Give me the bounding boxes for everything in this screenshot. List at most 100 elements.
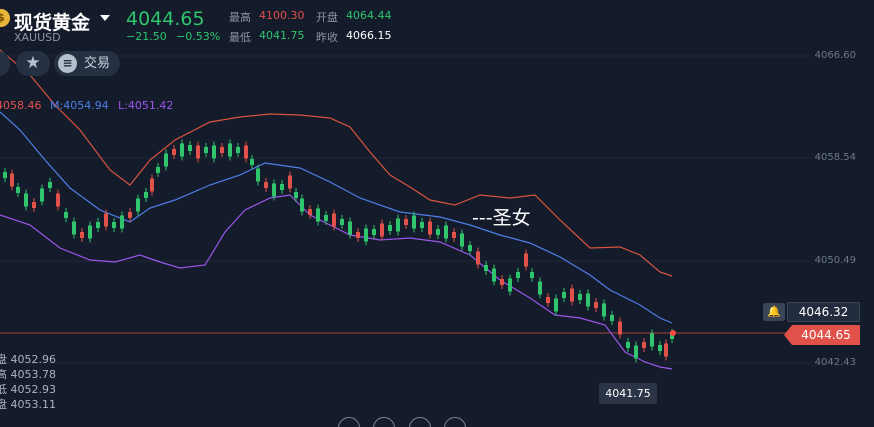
prev-close-label: 昨收: [316, 31, 338, 44]
favorite-button[interactable]: ★: [16, 51, 50, 76]
candle-body: [578, 294, 582, 300]
candle-body: [236, 147, 240, 153]
candle-body: [220, 147, 224, 153]
candle-body: [594, 302, 598, 308]
candle-body: [650, 333, 654, 347]
candle-body: [288, 175, 292, 189]
candle-body: [388, 225, 392, 231]
candle-body: [150, 178, 154, 192]
candle-body: [436, 229, 440, 235]
ohlc-high: 高 4053.78: [0, 368, 56, 381]
candle-body: [72, 221, 76, 235]
price-change: −21.50: [126, 30, 167, 43]
candlestick-chart[interactable]: [0, 0, 874, 427]
candle-body: [530, 272, 534, 278]
candle-body: [380, 223, 384, 237]
candle-body: [538, 281, 542, 295]
candle-body: [48, 182, 52, 188]
candles-group: [3, 139, 674, 363]
candle-body: [372, 229, 376, 235]
candle-body: [348, 221, 352, 235]
candle-body: [64, 212, 68, 218]
candle-body: [460, 233, 464, 247]
chevron-down-icon[interactable]: [100, 15, 110, 21]
lower-band-value: L:4051.42: [118, 99, 174, 112]
candle-body: [300, 198, 304, 212]
candle-body: [452, 232, 456, 238]
candle-body: [244, 145, 248, 159]
prev-close-value: 4066.15: [346, 29, 392, 42]
candle-body: [104, 213, 108, 227]
star-icon: ★: [25, 53, 41, 73]
instrument-symbol: XAUUSD: [14, 31, 61, 44]
candle-body: [396, 218, 400, 232]
middle-band-value: M:4054.94: [50, 99, 109, 112]
candle-body: [316, 208, 320, 222]
candle-body: [144, 192, 148, 198]
trade-label: 交易: [84, 56, 111, 71]
ohlc-open: 盘 4052.96: [0, 353, 56, 366]
candle-body: [618, 321, 622, 335]
candle-body: [294, 192, 298, 198]
menu-icon: ≡: [58, 54, 77, 73]
candle-body: [404, 219, 408, 225]
axis-label-1: 4066.60: [814, 50, 856, 61]
candle-body: [428, 221, 432, 235]
candle-body: [492, 268, 496, 282]
candle-body: [188, 145, 192, 151]
candle-body: [128, 212, 132, 218]
upper-band-value: 4058.46: [0, 99, 42, 112]
low-value: 4041.75: [259, 29, 305, 42]
live-price-dot: [670, 330, 676, 336]
candle-body: [88, 225, 92, 239]
candle-body: [156, 167, 160, 173]
candle-body: [32, 202, 36, 208]
candle-body: [80, 232, 84, 238]
candle-body: [658, 345, 662, 351]
candle-body: [340, 219, 344, 225]
candle-body: [136, 198, 140, 212]
watermark-text: ---圣女: [472, 207, 531, 229]
candle-body: [196, 145, 200, 159]
axis-label-4: 4042.43: [814, 357, 856, 368]
candle-body: [364, 228, 368, 242]
open-value: 4064.44: [346, 9, 392, 22]
ohlc-close: 盘 4053.11: [0, 398, 56, 411]
candle-body: [228, 143, 232, 157]
coin-icon: $: [0, 9, 10, 27]
candle-body: [264, 182, 268, 188]
candle-body: [570, 288, 574, 302]
high-label: 最高: [229, 11, 251, 24]
candle-body: [508, 278, 512, 292]
candle-body: [120, 215, 124, 229]
candle-body: [164, 153, 168, 167]
candle-body: [16, 187, 20, 193]
candle-body: [476, 251, 480, 265]
candle-body: [412, 215, 416, 229]
candle-body: [546, 297, 550, 303]
session-low-tag: 4041.75: [599, 383, 657, 404]
trade-button[interactable]: ≡ 交易: [54, 51, 120, 76]
candle-body: [172, 149, 176, 155]
low-label: 最低: [229, 31, 251, 44]
alert-price-tag[interactable]: 4046.32: [787, 302, 860, 322]
candle-body: [272, 183, 276, 197]
candle-body: [40, 188, 44, 202]
candle-body: [516, 272, 520, 278]
candle-body: [24, 193, 28, 207]
candle-body: [10, 173, 14, 187]
current-price-tag: 4044.65: [784, 325, 860, 345]
candle-body: [332, 213, 336, 227]
candle-body: [356, 232, 360, 238]
candle-body: [212, 145, 216, 159]
candle-body: [602, 303, 606, 317]
candle-body: [524, 253, 528, 267]
candle-body: [3, 172, 7, 178]
ohlc-low: 低 4052.93: [0, 383, 56, 396]
candle-body: [634, 345, 638, 359]
candle-body: [204, 147, 208, 153]
candle-body: [280, 184, 284, 190]
header: $ 现货黄金 XAUUSD 4044.65 −21.50 −0.53% 最高 4…: [0, 0, 874, 46]
bell-icon[interactable]: 🔔: [763, 303, 785, 321]
candle-body: [180, 143, 184, 157]
